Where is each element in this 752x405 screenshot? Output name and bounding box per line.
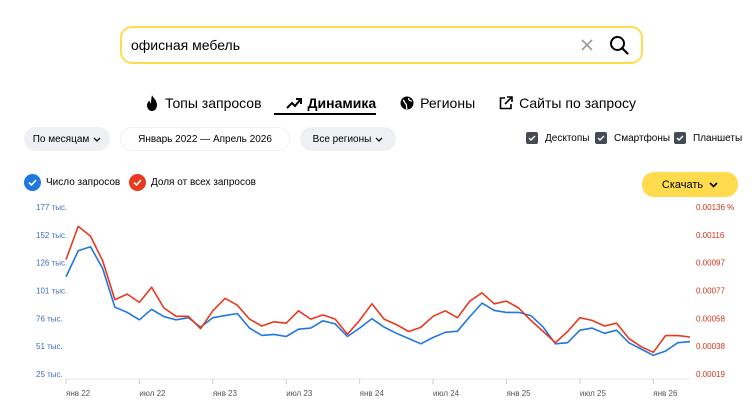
y-left-tick: 101 тыс.: [36, 287, 67, 296]
download-button[interactable]: Скачать: [642, 172, 738, 197]
tabs: Топы запросов Динамика Регионы Сайты по …: [145, 92, 660, 116]
y-left-tick: 25 тыс.: [36, 370, 63, 379]
tab-top-queries[interactable]: Топы запросов: [145, 92, 262, 114]
x-tick-label: янв 24: [360, 389, 385, 398]
device-desktop-checkbox[interactable]: Десктопы: [526, 132, 589, 144]
checkbox-checked-icon: [595, 132, 607, 144]
period-value: Январь 2022 — Апрель 2026: [138, 133, 272, 145]
legend-label: Число запросов: [46, 177, 121, 188]
y-left-tick: 76 тыс.: [36, 314, 63, 323]
search-box[interactable]: офисная мебель: [120, 26, 643, 64]
clear-icon[interactable]: [577, 35, 597, 55]
tab-label: Топы запросов: [165, 95, 262, 111]
x-tick-label: июл 25: [580, 389, 607, 398]
y-right-tick: 0.00058: [696, 314, 725, 323]
device-label: Смартфоны: [614, 132, 671, 144]
tab-dynamics[interactable]: Динамика: [285, 92, 377, 114]
y-right-tick: 0.00136 %: [696, 203, 734, 212]
device-label: Десктопы: [545, 132, 590, 144]
check-icon: [24, 174, 41, 191]
search-icon[interactable]: [607, 33, 631, 57]
legend-label: Доля от всех запросов: [151, 177, 256, 188]
y-left-tick: 126 тыс.: [36, 259, 67, 268]
y-left-tick: 152 тыс.: [36, 231, 67, 240]
chevron-down-icon: [375, 137, 383, 142]
series-line-share: [65, 225, 691, 354]
x-tick-label: июл 24: [433, 389, 460, 398]
legend-count[interactable]: Число запросов: [24, 174, 120, 191]
regions-value: Все регионы: [312, 133, 372, 145]
granularity-value: По месяцам: [32, 133, 90, 145]
x-tick-label: янв 22: [66, 389, 91, 398]
globe-icon: [400, 96, 414, 110]
y-right-tick: 0.00019: [696, 370, 725, 379]
x-tick-label: янв 25: [506, 389, 531, 398]
period-picker[interactable]: Январь 2022 — Апрель 2026: [120, 127, 290, 151]
y-left-tick: 51 тыс.: [36, 342, 63, 351]
x-tick-label: июл 22: [139, 389, 166, 398]
dynamics-chart: 177 тыс. 152 тыс. 126 тыс. 101 тыс. 76 тыс. 5…: [36, 203, 734, 398]
download-label: Скачать: [661, 178, 704, 191]
trend-icon: [285, 98, 302, 109]
legend-share[interactable]: Доля от всех запросов: [129, 174, 256, 191]
y-left-tick: 177 тыс.: [36, 203, 67, 212]
tab-sites[interactable]: Сайты по запросу: [499, 92, 636, 114]
x-tick-label: июл 23: [286, 389, 313, 398]
y-right-tick: 0.00097: [696, 259, 725, 268]
wordstat-page: офисная мебель Топы запросов Динамика Ре…: [0, 0, 752, 405]
x-tick-label: янв 26: [653, 389, 678, 398]
tab-regions[interactable]: Регионы: [400, 92, 475, 114]
y-right-tick: 0.00038: [696, 342, 725, 351]
chevron-down-icon: [709, 181, 718, 188]
external-link-icon: [499, 96, 513, 110]
device-label: Планшеты: [693, 132, 743, 144]
fire-icon: [147, 95, 157, 111]
chevron-down-icon: [93, 137, 101, 142]
active-tab-indicator: [274, 113, 376, 115]
check-icon: [129, 174, 146, 191]
x-tick-label: янв 23: [213, 389, 238, 398]
checkbox-checked-icon: [526, 132, 538, 144]
y-right-tick: 0.00116: [696, 231, 725, 240]
regions-select[interactable]: Все регионы: [300, 127, 396, 151]
tab-label: Регионы: [420, 95, 476, 111]
y-right-tick: 0.00077: [696, 287, 725, 296]
device-smartphone-checkbox[interactable]: Смартфоны: [595, 132, 670, 144]
checkbox-checked-icon: [674, 132, 686, 144]
search-input[interactable]: офисная мебель: [131, 37, 577, 53]
device-tablet-checkbox[interactable]: Планшеты: [674, 132, 742, 144]
granularity-select[interactable]: По месяцам: [24, 127, 110, 151]
tab-label: Сайты по запросу: [519, 95, 636, 111]
tab-label: Динамика: [307, 95, 377, 111]
